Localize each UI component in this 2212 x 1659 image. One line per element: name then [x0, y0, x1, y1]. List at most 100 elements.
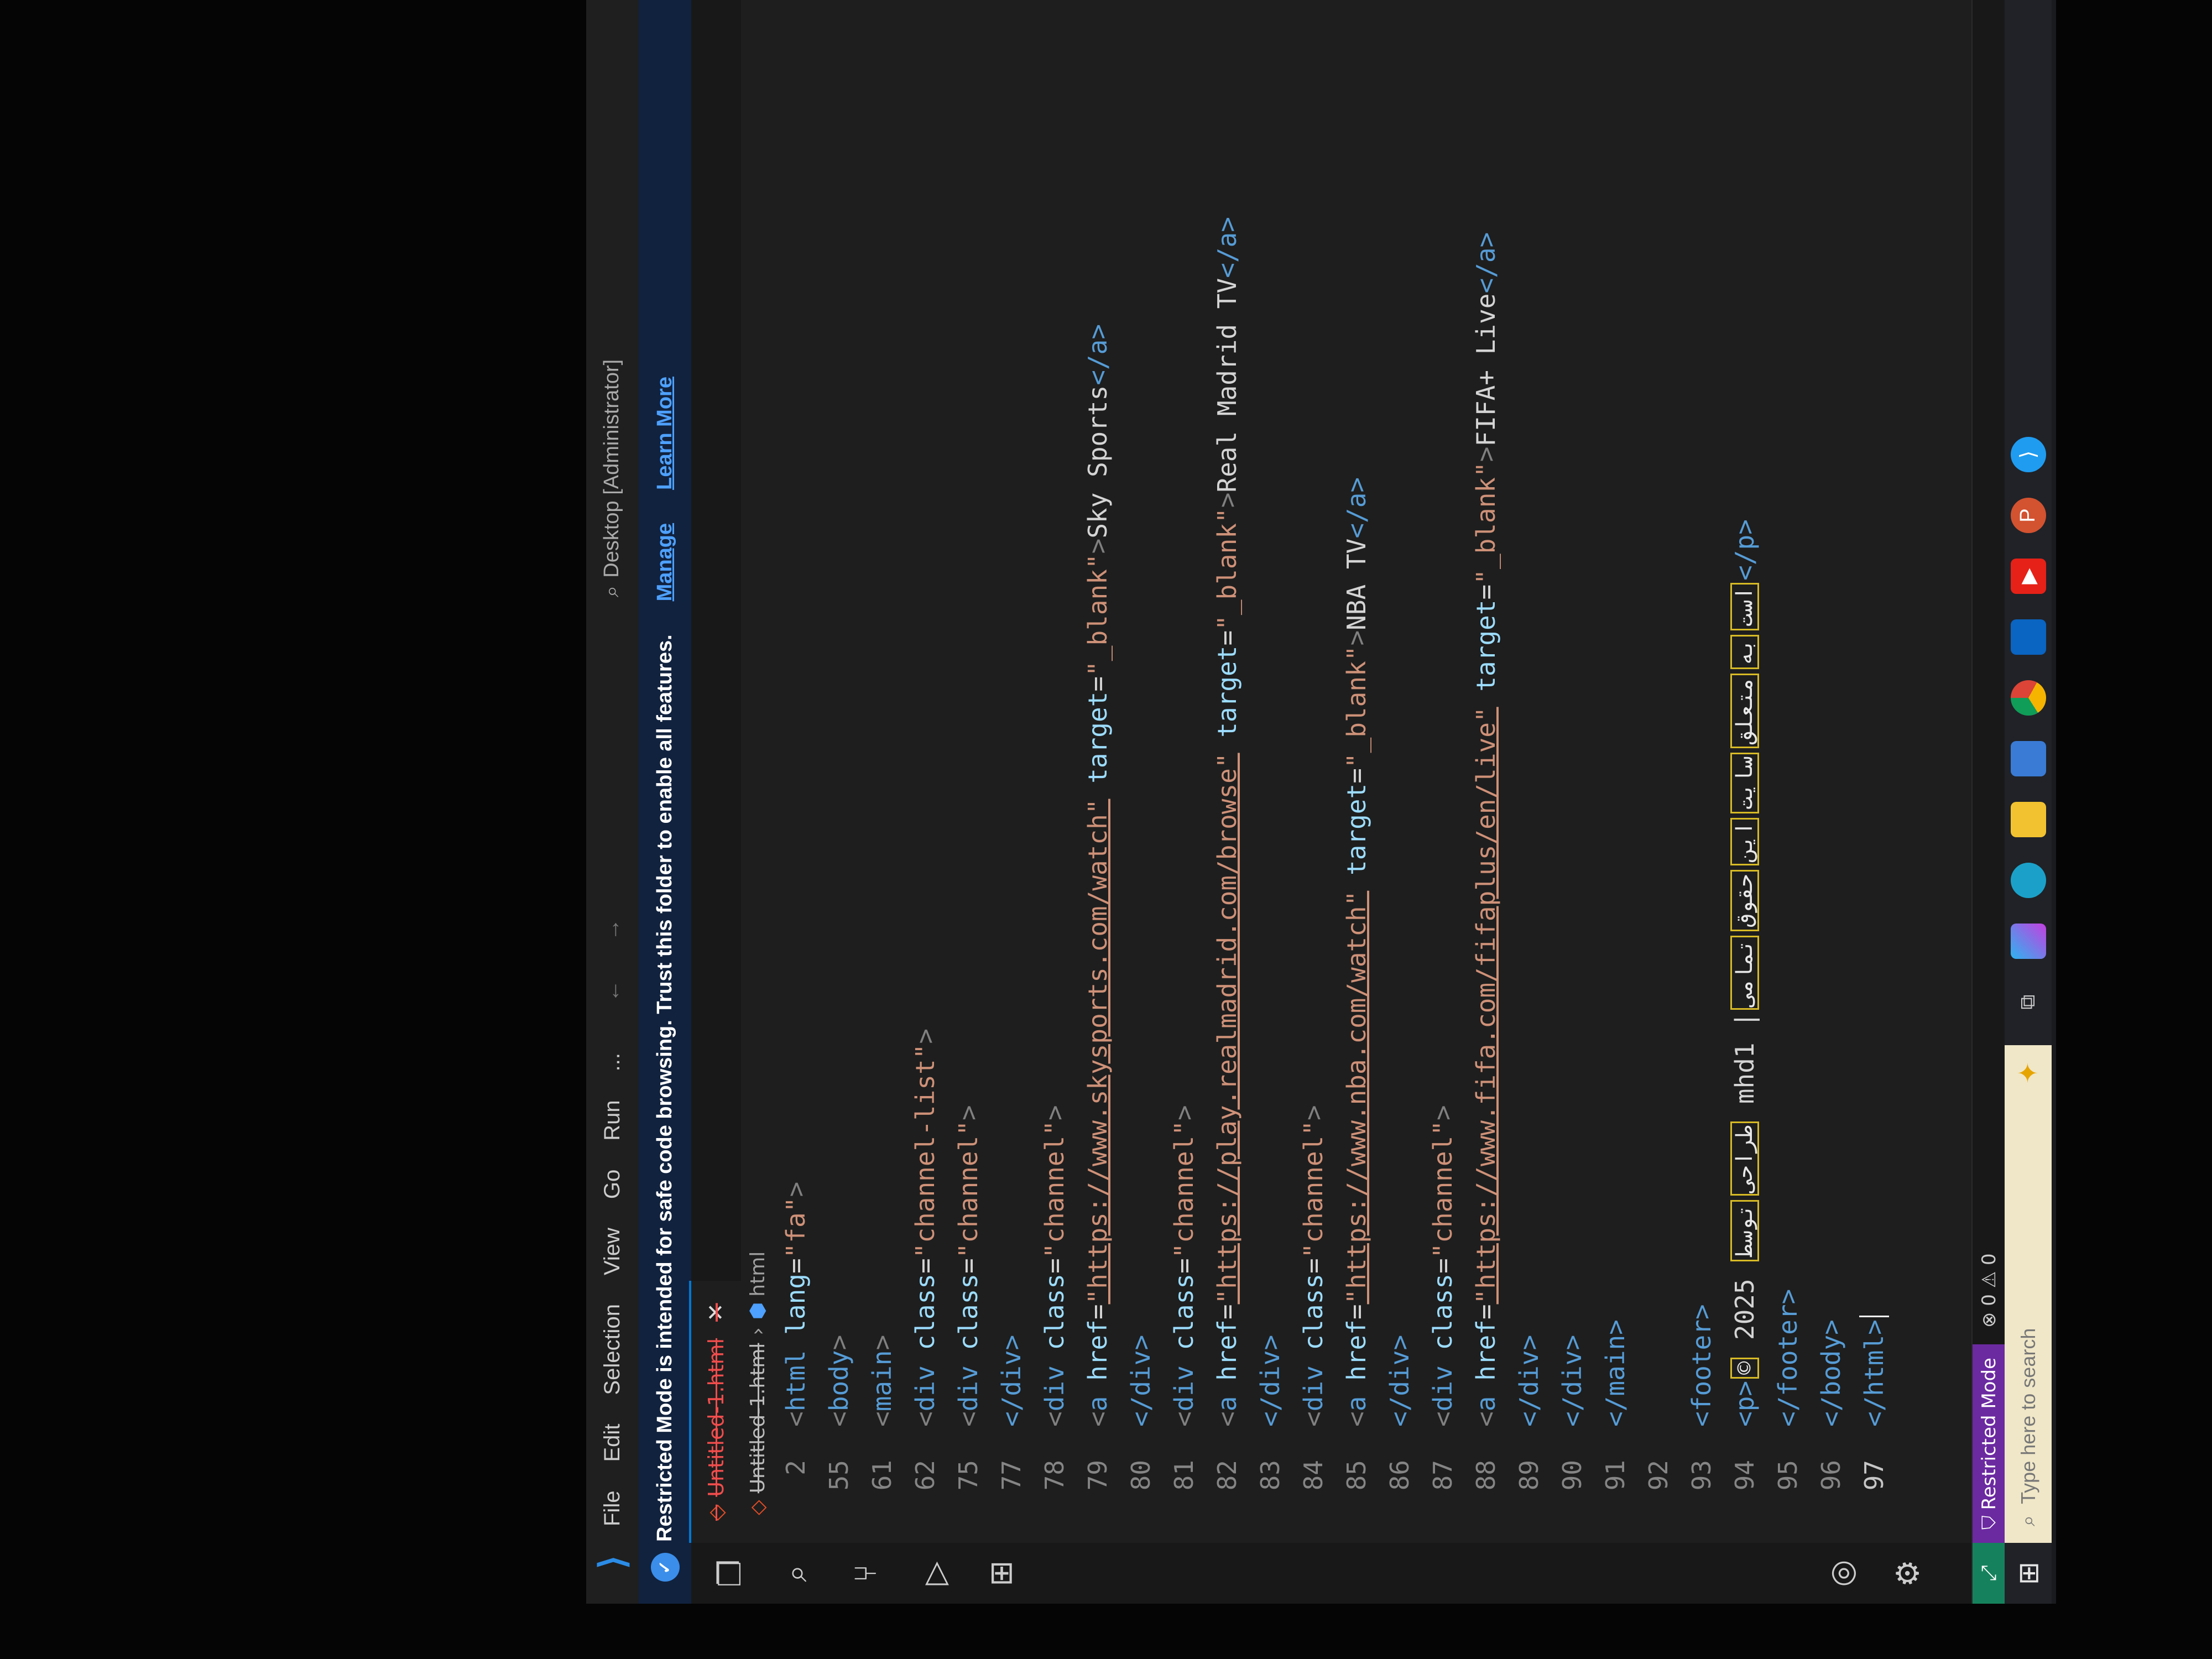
vscode-logo-icon: ⟩	[592, 1555, 632, 1569]
code-line: 86 </div>	[1378, 0, 1421, 1543]
problems-indicator[interactable]: ⊗ 0 ⚠ 0	[1978, 1253, 2000, 1328]
code-line: 55 < body >	[817, 0, 860, 1543]
breadcrumb-node[interactable]: html	[747, 1251, 769, 1297]
vscode-icon[interactable]: ⟩	[2010, 437, 2046, 472]
extensions-icon[interactable]: ⊞	[983, 1557, 1019, 1590]
html-file-icon: ◇	[704, 1504, 728, 1521]
tab-strip: ◇ Untitled-1.html ✕	[689, 0, 741, 1543]
line-number: 88	[1471, 1460, 1501, 1491]
menu-edit[interactable]: Edit	[600, 1424, 625, 1462]
learn-more-link[interactable]: Learn More	[653, 377, 677, 490]
code-line: 88 < a href = "https://www.fifa.com/fifaplu…	[1464, 0, 1507, 1543]
code-line: 83 </div>	[1249, 0, 1292, 1543]
code-line: 90 </div>	[1551, 0, 1594, 1543]
line-number: 84	[1298, 1460, 1328, 1491]
line-number: 89	[1514, 1460, 1544, 1491]
close-icon[interactable]: ✕	[703, 1303, 729, 1322]
copyright-symbol: ©	[1730, 1357, 1759, 1379]
restricted-mode-banner: ✓ Restricted Mode is intended for safe c…	[639, 0, 691, 1604]
chrome-icon[interactable]	[2010, 680, 2046, 716]
file-explorer-icon[interactable]	[2010, 802, 2046, 837]
line-number: 91	[1600, 1460, 1630, 1491]
copilot-icon: ✦	[2013, 1062, 2043, 1084]
edge-icon[interactable]	[2010, 863, 2046, 898]
line-number: 78	[1040, 1460, 1070, 1491]
run-debug-icon[interactable]: ▷	[917, 1557, 953, 1590]
task-view-icon[interactable]: ⧉	[2011, 984, 2046, 1020]
code-line: 85 < a href = "https://www.nba.com/watch" t…	[1335, 0, 1378, 1543]
code-line: 80 </div>	[1119, 0, 1162, 1543]
explorer-icon[interactable]: ❐	[712, 1557, 748, 1590]
line-number: 82	[1212, 1460, 1242, 1491]
code-line: 82 < a href = "https://play.realmadrid.com/…	[1206, 0, 1249, 1543]
line-number: 86	[1385, 1460, 1415, 1491]
status-bar: ⤢ ⛉ Restricted Mode ⊗ 0 ⚠ 0	[1971, 0, 2006, 1604]
search-icon: ⌕	[2016, 1515, 2039, 1526]
breadcrumb: ◇ Untitled-1.html › ⬢ html	[741, 0, 774, 1543]
code-editor[interactable]: 2 < html lang = "fa" > 55 < body > 61 < main > 62 …	[774, 0, 1896, 1543]
line-number: 55	[824, 1460, 854, 1491]
breadcrumb-file[interactable]: Untitled-1.html	[747, 1343, 769, 1494]
restricted-mode-indicator[interactable]: ⛉ Restricted Mode	[1973, 1344, 2006, 1543]
menu-file[interactable]: File	[600, 1491, 625, 1526]
youtube-icon[interactable]: ▶	[2010, 559, 2046, 594]
menu-go[interactable]: Go	[600, 1170, 625, 1199]
code-line: 79 < a href = "https://www.skysports.com/wa…	[1076, 0, 1119, 1543]
settings-icon[interactable]: ⚙	[1890, 1557, 1926, 1590]
command-center-search[interactable]: ⌕ Desktop [Administrator]	[594, 100, 629, 597]
code-line: 2 < html lang = "fa" >	[774, 0, 817, 1543]
vscode-window: ⟩ File Edit Selection View Go Run ... ← …	[586, 0, 2052, 1604]
line-number: 87	[1428, 1460, 1458, 1491]
line-number: 80	[1126, 1460, 1156, 1491]
code-line: 61 < main >	[860, 0, 904, 1543]
windows-start-icon[interactable]: ⊞	[2005, 1543, 2052, 1604]
taskbar-search-placeholder: Type here to search	[2016, 1328, 2039, 1504]
line-number: 93	[1687, 1460, 1717, 1491]
code-line: 77 </div>	[990, 0, 1033, 1543]
copilot-icon[interactable]	[2010, 924, 2046, 959]
menu-run[interactable]: Run	[600, 1100, 625, 1140]
code-line: 75 < div class = "channel" >	[947, 0, 990, 1543]
code-line: 81 < div class = "channel" >	[1162, 0, 1206, 1543]
code-line: 91 </main>	[1594, 0, 1637, 1543]
source-control-icon[interactable]: ⑂	[848, 1557, 884, 1590]
line-number: 77	[997, 1460, 1026, 1491]
manage-link[interactable]: Manage	[653, 523, 677, 601]
search-icon[interactable]: ⌕	[778, 1557, 814, 1590]
monitor-screen: ⟩ File Edit Selection View Go Run ... ← …	[586, 0, 2056, 1604]
powerpoint-icon[interactable]: P	[2010, 498, 2046, 533]
line-number: 79	[1083, 1460, 1113, 1491]
taskbar-search[interactable]: ⌕ Type here to search ✦	[2005, 1045, 2052, 1543]
line-number: 81	[1169, 1460, 1199, 1491]
account-icon[interactable]: ◎	[1824, 1557, 1860, 1590]
nav-arrows[interactable]: ← →	[600, 902, 625, 1002]
code-line: 62 < div class = "channel-list" >	[904, 0, 947, 1543]
title-bar: ⟩ File Edit Selection View Go Run ... ← …	[586, 0, 639, 1604]
element-icon: ⬢	[746, 1302, 769, 1320]
menu-view[interactable]: View	[600, 1228, 625, 1275]
code-line: 96 </body>	[1809, 0, 1853, 1543]
editor-area: ◇ Untitled-1.html ✕ ◇ Untitled-1.html › …	[689, 0, 2052, 1543]
code-line: 84 < div class = "channel" >	[1292, 0, 1335, 1543]
code-line: 89 </div>	[1507, 0, 1551, 1543]
store-icon[interactable]	[2010, 741, 2046, 776]
tab-untitled-1[interactable]: ◇ Untitled-1.html ✕	[689, 1281, 741, 1543]
line-number: 75	[953, 1460, 983, 1491]
line-number: 2	[781, 1460, 811, 1475]
line-number: 97	[1859, 1460, 1889, 1491]
menu-selection[interactable]: Selection	[600, 1304, 625, 1395]
restricted-mode-label: Restricted Mode	[1978, 1358, 2000, 1510]
activity-bar: ❐ ⌕ ⑂ ▷ ⊞ ◎ ⚙	[691, 1542, 2052, 1604]
tab-label: Untitled-1.html	[704, 1338, 728, 1497]
menu-more[interactable]: ...	[600, 1053, 625, 1071]
line-number: 96	[1816, 1460, 1846, 1491]
line-number: 90	[1557, 1460, 1587, 1491]
outlook-icon[interactable]	[2010, 619, 2046, 655]
remote-icon[interactable]: ⤢	[1973, 1543, 2006, 1604]
windows-taskbar: ⊞ ⌕ Type here to search ✦ ⧉ ▶ P ⟩	[2005, 0, 2052, 1604]
shield-icon: ✓	[650, 1553, 680, 1582]
text-cursor	[1859, 1316, 1889, 1318]
line-number: 85	[1342, 1460, 1371, 1491]
shield-icon: ⛉	[1978, 1515, 2000, 1530]
line-number: 62	[910, 1460, 940, 1491]
